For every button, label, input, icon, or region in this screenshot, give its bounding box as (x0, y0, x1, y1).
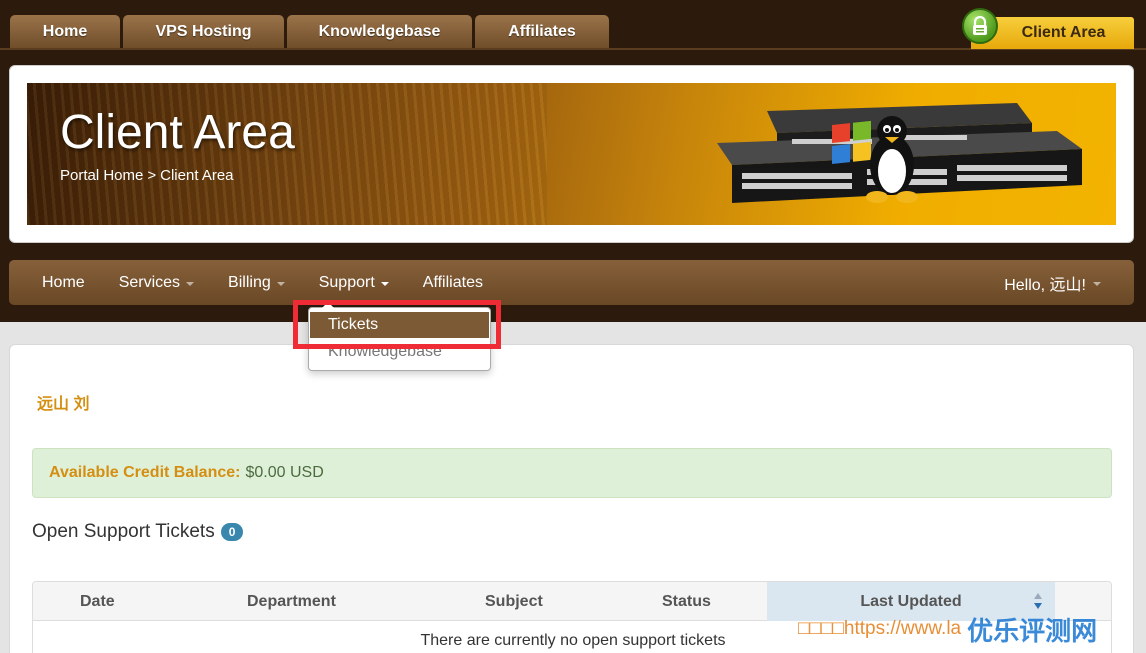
chevron-down-icon (380, 281, 389, 286)
main-navbar: Home Services Billing Support Affiliates… (9, 260, 1134, 305)
chevron-down-icon (276, 281, 285, 286)
credit-balance-alert: Available Credit Balance: $0.00 USD (32, 448, 1112, 498)
watermark-logo: 优乐评测网 (967, 615, 1098, 646)
column-last-updated-label: Last Updated (860, 592, 962, 610)
open-tickets-title: Open Support Tickets (32, 521, 215, 542)
nav-billing-label: Billing (228, 273, 271, 291)
top-tab-home[interactable]: Home (10, 15, 120, 49)
header-banner: Client Area Portal Home > Client Area (27, 83, 1116, 225)
credit-value: $0.00 USD (245, 464, 324, 481)
open-tickets-heading: Open Support Tickets 0 (32, 521, 244, 543)
nav-services[interactable]: Services (102, 260, 211, 305)
breadcrumb-client-area: Client Area (160, 167, 234, 184)
sort-icon (1034, 593, 1042, 609)
user-menu[interactable]: Hello, 远山! (1004, 260, 1101, 305)
nav-home-label: Home (42, 273, 85, 291)
user-greeting: Hello, 远山! (1004, 276, 1086, 294)
lock-icon (962, 8, 998, 44)
breadcrumb-portal-home[interactable]: Portal Home (60, 167, 143, 184)
column-department[interactable]: Department (247, 582, 407, 621)
watermark-url: □□□□https://www.la (798, 618, 962, 639)
nav-support[interactable]: Support (302, 260, 406, 305)
server-graphic (717, 103, 1082, 203)
top-tab-knowledgebase[interactable]: Knowledgebase (287, 15, 472, 49)
page-title: Client Area (60, 106, 295, 159)
tickets-count-badge: 0 (220, 523, 244, 541)
breadcrumb-separator: > (147, 167, 157, 184)
nav-billing[interactable]: Billing (211, 260, 302, 305)
top-tabs: Home VPS Hosting Knowledgebase Affiliate… (10, 15, 609, 49)
chevron-down-icon (186, 281, 195, 286)
top-tab-affiliates[interactable]: Affiliates (475, 15, 609, 49)
nav-affiliates[interactable]: Affiliates (406, 260, 500, 305)
watermark: □□□□https://www.la 优乐评测网 (798, 614, 1097, 646)
breadcrumb: Portal Home > Client Area (60, 167, 234, 184)
nav-support-label: Support (318, 273, 375, 291)
column-subject[interactable]: Subject (485, 582, 605, 621)
nav-affiliates-label: Affiliates (422, 273, 483, 291)
nav-home[interactable]: Home (9, 260, 102, 305)
top-tab-vps-hosting[interactable]: VPS Hosting (123, 15, 284, 49)
user-name: 远山 刘 (37, 396, 90, 413)
nav-services-label: Services (118, 273, 181, 291)
chevron-down-icon (1093, 281, 1101, 286)
column-status[interactable]: Status (662, 582, 772, 621)
column-date[interactable]: Date (80, 582, 200, 621)
highlight-annotation-box (293, 300, 501, 349)
credit-label: Available Credit Balance: (49, 464, 241, 481)
